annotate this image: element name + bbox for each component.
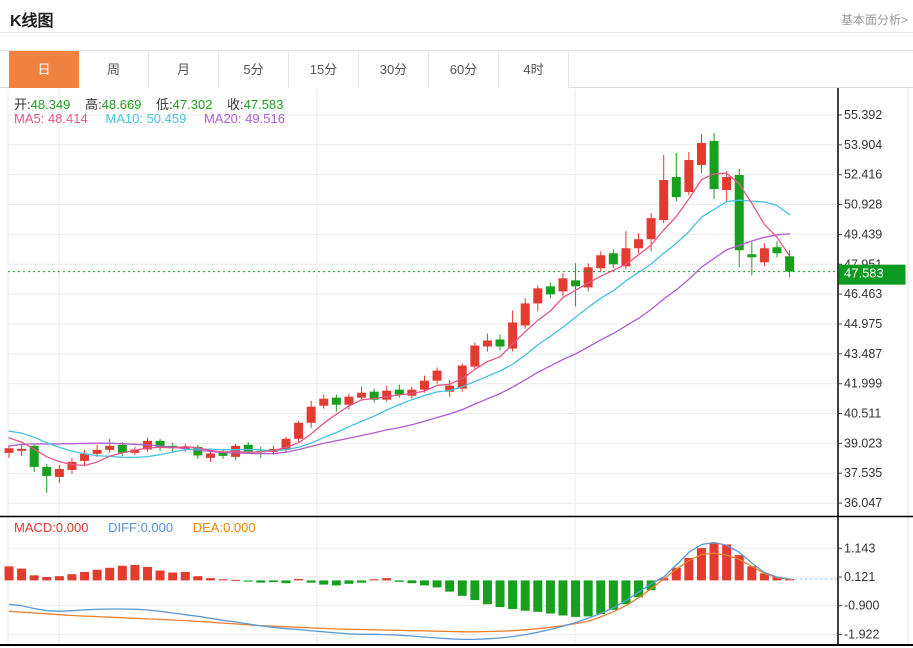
tab-period-4[interactable]: 15分 [289,51,359,88]
tab-period-5[interactable]: 30分 [359,51,429,88]
svg-text:53.904: 53.904 [844,138,882,152]
tab-period-7[interactable]: 4时 [499,51,569,88]
svg-text:44.975: 44.975 [844,317,882,331]
svg-text:52.416: 52.416 [844,168,882,182]
svg-text:36.047: 36.047 [844,496,882,510]
low-readout: 低:47.302 [156,97,213,112]
macd-readout: MACD:0.000 DIFF:0.000 DEA:0.000 [14,520,256,535]
svg-text:41.999: 41.999 [844,377,882,391]
svg-text:55.392: 55.392 [844,108,882,122]
tab-period-3[interactable]: 5分 [219,51,289,88]
svg-text:46.463: 46.463 [844,287,882,301]
svg-text:49.439: 49.439 [844,227,882,241]
diff-value-readout: DIFF:0.000 [108,520,174,535]
svg-text:39.023: 39.023 [844,436,882,450]
svg-text:0.121: 0.121 [844,570,875,584]
close-readout: 收:47.583 [227,97,284,112]
dea-value-readout: DEA:0.000 [192,520,256,535]
svg-text:-1.922: -1.922 [844,627,879,641]
tab-period-1[interactable]: 周 [79,51,149,88]
svg-text:47.583: 47.583 [844,266,884,281]
svg-text:1.143: 1.143 [844,541,875,555]
tab-period-2[interactable]: 月 [149,51,219,88]
tab-period-0[interactable]: 日 [9,51,79,88]
svg-text:50.928: 50.928 [844,198,882,212]
tab-period-6[interactable]: 60分 [429,51,499,88]
fundamental-analysis-link[interactable]: 基本面分析> [841,11,908,28]
macd-value-readout: MACD:0.000 [14,520,89,535]
svg-text:-0.900: -0.900 [844,599,879,613]
kline-chart[interactable]: 55.39253.90452.41650.92849.43947.95146.4… [0,88,913,648]
svg-text:37.535: 37.535 [844,466,882,480]
ma10-readout: MA10: 50.459 [105,111,187,126]
ma20-readout: MA20: 49.516 [203,111,285,126]
page-title: K线图 [10,13,54,30]
svg-text:40.511: 40.511 [844,407,881,421]
ma-readout: MA5: 48.414 MA10: 50.459 MA20: 49.516 [14,111,285,126]
svg-text:43.487: 43.487 [844,347,882,361]
page-header: K线图 基本面分析> [0,0,913,33]
period-tabbar: 日周月 5分 15分 30分 60分 4时 [0,50,913,88]
high-readout: 高:48.669 [85,97,142,112]
ma5-readout: MA5: 48.414 [14,111,88,126]
open-readout: 开:48.349 [14,97,71,112]
